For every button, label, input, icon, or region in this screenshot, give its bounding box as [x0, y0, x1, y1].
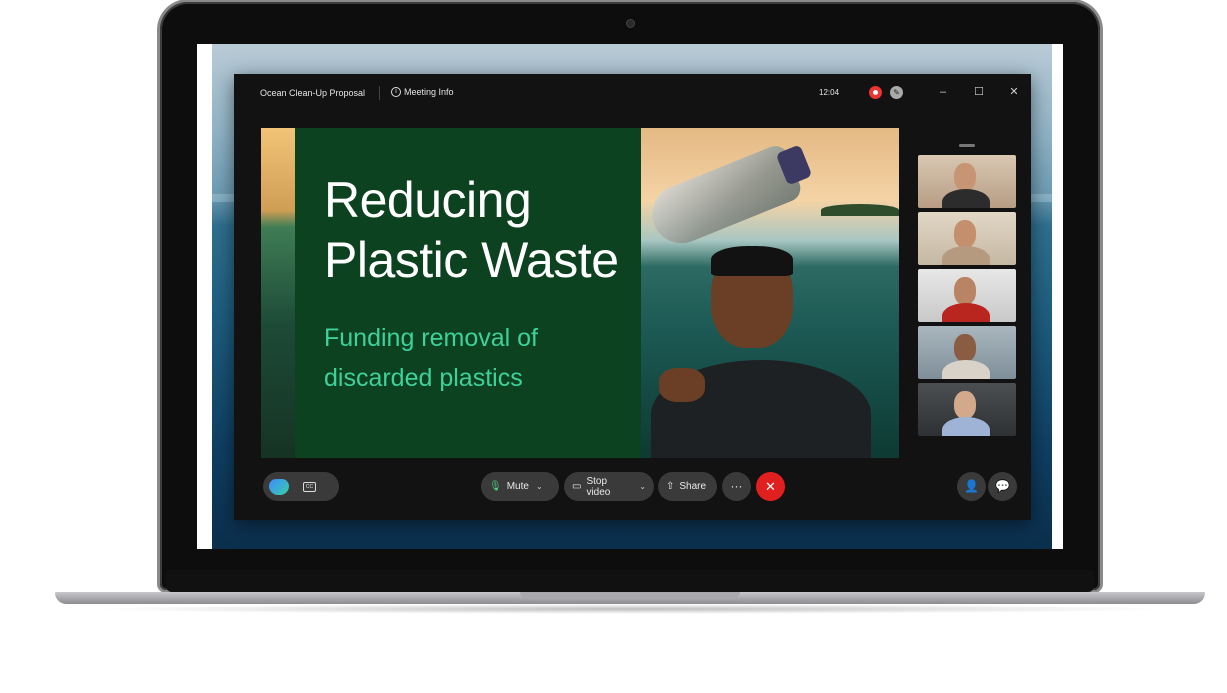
- chat-button[interactable]: 💬: [988, 472, 1017, 501]
- participant-torso: [942, 246, 990, 265]
- microphone-icon: 🎙: [489, 481, 502, 492]
- presenter-hand: [659, 368, 705, 402]
- meeting-window: Ocean Clean-Up Proposal i Meeting Info 1…: [234, 74, 1031, 520]
- participants-button[interactable]: 👤: [957, 472, 986, 501]
- microphone-status-icon[interactable]: ✎: [890, 86, 903, 99]
- chevron-down-icon[interactable]: ⌄: [536, 482, 543, 491]
- participant-torso: [942, 360, 990, 379]
- participant-tile[interactable]: [918, 269, 1016, 322]
- meeting-title: Ocean Clean-Up Proposal: [260, 88, 366, 98]
- slide-left-strip: [261, 128, 295, 458]
- control-bar: CC 🎙 Mute ⌄ ▭ Stop video ⌄ ⇧ Share ··· ✕…: [234, 472, 1031, 506]
- share-button[interactable]: ⇧ Share: [658, 472, 717, 501]
- recording-indicator-icon[interactable]: [869, 86, 882, 99]
- chevron-down-icon[interactable]: ⌄: [639, 482, 646, 491]
- chat-bubble-icon: 💬: [995, 479, 1010, 493]
- laptop-notch: [520, 592, 740, 599]
- closed-captions-icon[interactable]: CC: [303, 481, 316, 492]
- presenter-hair: [711, 246, 793, 276]
- assistant-group: CC: [263, 472, 339, 501]
- participant-tile[interactable]: [918, 212, 1016, 265]
- participant-tile[interactable]: [918, 326, 1016, 379]
- laptop-chin: [166, 570, 1094, 592]
- mute-button[interactable]: 🎙 Mute ⌄: [481, 472, 559, 501]
- close-window-button[interactable]: ✕: [1006, 84, 1022, 100]
- participant-face: [954, 163, 976, 191]
- slide-subtitle: Funding removal of discarded plastics: [324, 324, 539, 392]
- participant-panel: [918, 155, 1016, 440]
- participant-face: [954, 277, 976, 305]
- video-camera-icon: ▭: [572, 481, 582, 492]
- meeting-info-button[interactable]: i Meeting Info: [391, 87, 454, 97]
- maximize-button[interactable]: ☐: [971, 84, 987, 100]
- participant-torso: [942, 303, 990, 322]
- share-icon: ⇧: [666, 481, 675, 492]
- share-label: Share: [679, 481, 707, 492]
- stop-video-button[interactable]: ▭ Stop video ⌄: [564, 472, 654, 501]
- island-graphic: [821, 204, 899, 216]
- stop-video-label: Stop video: [586, 475, 611, 498]
- laptop-shadow: [90, 604, 1170, 614]
- info-icon: i: [391, 87, 401, 97]
- participant-tile[interactable]: [918, 155, 1016, 208]
- more-options-button[interactable]: ···: [722, 472, 751, 501]
- participant-face: [954, 334, 976, 362]
- presenter-photo: [641, 128, 899, 458]
- title-divider: [379, 86, 380, 100]
- person-icon: 👤: [964, 479, 979, 493]
- end-call-button[interactable]: ✕: [756, 472, 785, 501]
- meeting-clock: 12:04: [819, 88, 840, 97]
- participant-face: [954, 220, 976, 248]
- participant-torso: [942, 417, 990, 436]
- ai-assistant-icon[interactable]: [269, 478, 289, 495]
- shared-slide: Reducing Plastic Waste Funding removal o…: [261, 128, 899, 458]
- participant-tile[interactable]: [918, 383, 1016, 436]
- participant-face: [954, 391, 976, 419]
- webcam: [627, 20, 634, 27]
- slide-title: Reducing Plastic Waste: [324, 172, 619, 288]
- meeting-info-label: Meeting Info: [404, 87, 454, 97]
- participant-panel-drag-handle[interactable]: [959, 144, 975, 147]
- title-bar: Ocean Clean-Up Proposal i Meeting Info 1…: [234, 74, 1031, 112]
- minimize-button[interactable]: –: [935, 84, 951, 100]
- mute-label: Mute: [506, 481, 529, 492]
- participant-torso: [942, 189, 990, 208]
